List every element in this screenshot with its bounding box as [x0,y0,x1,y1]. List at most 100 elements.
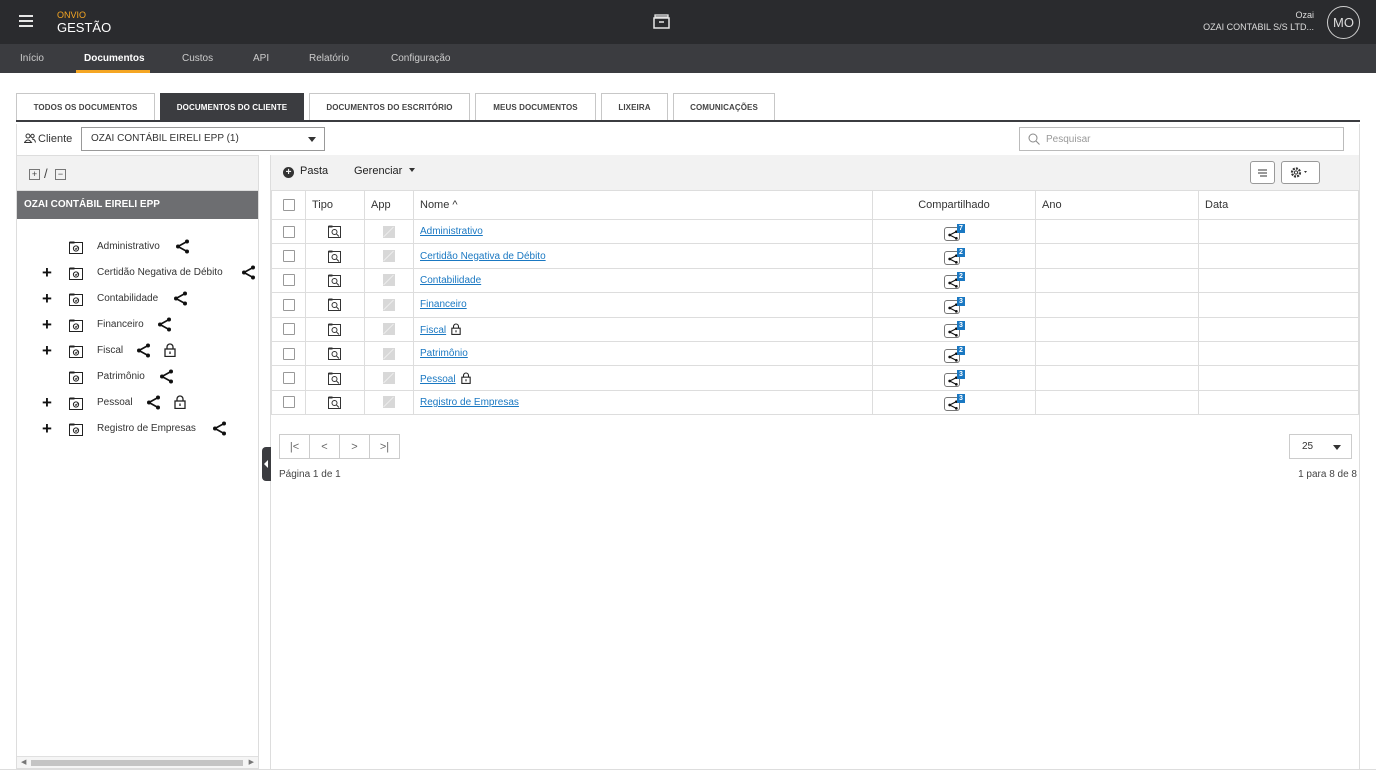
columns-button[interactable] [1250,161,1275,184]
row-checkbox[interactable] [282,298,295,311]
tree-item[interactable]: + Registro de Empresas [17,417,258,443]
tree-item[interactable]: + Fiscal [17,339,258,365]
row-checkbox[interactable] [282,250,295,263]
share-icon[interactable] [136,343,151,358]
tree-item-label[interactable]: Certidão Negativa de Débito [97,267,223,278]
row-checkbox[interactable] [282,372,295,385]
row-checkbox[interactable] [282,323,295,336]
menu-icon[interactable] [19,15,33,27]
tree-item[interactable]: + Financeiro [17,313,258,339]
folder-name-link[interactable]: Fiscal [420,325,446,336]
share-count-button[interactable]: 3 [944,321,965,339]
expand-node-icon[interactable]: + [42,263,52,283]
folder-name-link[interactable]: Registro de Empresas [420,397,519,408]
column-header-nome[interactable]: Nome ^ [413,190,873,220]
share-count-button[interactable]: 2 [944,272,965,290]
tab-documentos-cliente[interactable]: DOCUMENTOS DO CLIENTE [160,93,304,120]
settings-dropdown-button[interactable] [1281,161,1320,184]
nav-inicio[interactable]: Início [20,44,44,73]
folder-name-link[interactable]: Administrativo [420,226,483,237]
select-all-checkbox[interactable] [282,199,295,212]
folder-name-link[interactable]: Financeiro [420,299,467,310]
tree-item-label[interactable]: Contabilidade [97,293,158,304]
nav-configuracao[interactable]: Configuração [391,44,450,73]
tab-comunicacoes[interactable]: COMUNICAÇÕES [673,93,775,120]
collapse-all-icon[interactable]: − [55,169,66,180]
folder-name-link[interactable]: Patrimônio [420,348,468,359]
scroll-left-icon[interactable]: ◀ [21,758,26,766]
row-checkbox[interactable] [282,274,295,287]
first-page-button[interactable]: |< [279,434,310,459]
tab-lixeira[interactable]: LIXEIRA [601,93,668,120]
avatar[interactable]: MO [1327,6,1360,39]
nav-documentos[interactable]: Documentos [84,44,145,73]
tree-item[interactable]: Patrimônio [17,365,258,391]
expand-node-icon[interactable]: + [42,315,52,335]
tree-item-label[interactable]: Pessoal [97,397,133,408]
folder-name-link[interactable]: Pessoal [420,374,456,385]
last-page-button[interactable]: >| [369,434,400,459]
expand-all-icon[interactable]: + [29,169,40,180]
brand-logo[interactable]: ONVIO GESTÃO [57,10,111,36]
table-row[interactable]: Certidão Negativa de Débito 2 [271,243,1359,269]
column-header-tipo[interactable]: Tipo [305,190,365,220]
prev-page-button[interactable]: < [309,434,340,459]
tab-documentos-escritorio[interactable]: DOCUMENTOS DO ESCRITÓRIO [309,93,470,120]
nav-relatorio[interactable]: Relatório [309,44,349,73]
tab-todos-documentos[interactable]: TODOS OS DOCUMENTOS [16,93,155,120]
tree-item[interactable]: Administrativo [17,235,258,261]
tree-item-label[interactable]: Registro de Empresas [97,423,196,434]
expand-node-icon[interactable]: + [42,393,52,413]
share-count-button[interactable]: 3 [944,370,965,388]
tree-item-label[interactable]: Fiscal [97,345,123,356]
row-checkbox[interactable] [282,347,295,360]
tree-root-client[interactable]: OZAI CONTÁBIL EIRELI EPP [17,191,258,219]
share-icon[interactable] [173,291,188,306]
row-checkbox[interactable] [282,225,295,238]
archive-icon[interactable] [653,13,670,30]
search-input[interactable] [1046,128,1343,150]
column-header-compartilhado[interactable]: Compartilhado [872,190,1036,220]
table-row[interactable]: Fiscal 3 [271,316,1359,342]
share-count-button[interactable]: 2 [944,345,965,363]
table-row[interactable]: Patrimônio 2 [271,340,1359,367]
table-row[interactable]: Administrativo 7 [271,218,1359,245]
share-icon[interactable] [159,369,174,384]
manage-dropdown-button[interactable]: Gerenciar [354,165,416,177]
tree-item[interactable]: + Contabilidade [17,287,258,313]
new-folder-button[interactable]: + Pasta [283,165,328,178]
tree-item-label[interactable]: Patrimônio [97,371,145,382]
per-page-select[interactable]: 25 [1289,434,1352,459]
column-header-data[interactable]: Data [1198,190,1359,220]
tree-item[interactable]: + Certidão Negativa de Débito [17,261,258,287]
share-icon[interactable] [175,239,190,254]
share-count-button[interactable]: 7 [944,223,965,241]
user-info[interactable]: Ozai OZAI CONTABIL S/S LTD... [1203,10,1314,34]
nav-api[interactable]: API [253,44,269,73]
share-count-button[interactable]: 3 [944,394,965,412]
collapse-panel-handle[interactable] [262,447,271,481]
table-row[interactable]: Registro de Empresas 3 [271,389,1359,416]
share-icon[interactable] [146,395,161,410]
row-checkbox[interactable] [282,396,295,409]
column-header-ano[interactable]: Ano [1035,190,1199,220]
share-icon[interactable] [157,317,172,332]
expand-node-icon[interactable]: + [42,341,52,361]
next-page-button[interactable]: > [339,434,370,459]
table-row[interactable]: Contabilidade 2 [271,267,1359,294]
tree-item-label[interactable]: Financeiro [97,319,144,330]
column-header-app[interactable]: App [364,190,414,220]
nav-custos[interactable]: Custos [182,44,213,73]
scroll-right-icon[interactable]: ▶ [249,758,254,766]
table-row[interactable]: Pessoal 3 [271,365,1359,391]
share-count-button[interactable]: 2 [944,248,965,266]
table-row[interactable]: Financeiro 3 [271,292,1359,318]
expand-node-icon[interactable]: + [42,289,52,309]
scrollbar-thumb[interactable] [31,760,243,766]
share-icon[interactable] [212,421,227,436]
client-select[interactable]: OZAI CONTÁBIL EIRELI EPP (1) [81,127,325,151]
tree-item-label[interactable]: Administrativo [97,241,160,252]
folder-name-link[interactable]: Contabilidade [420,275,481,286]
share-count-button[interactable]: 3 [944,296,965,314]
horizontal-scrollbar[interactable]: ◀ ▶ [17,756,258,768]
